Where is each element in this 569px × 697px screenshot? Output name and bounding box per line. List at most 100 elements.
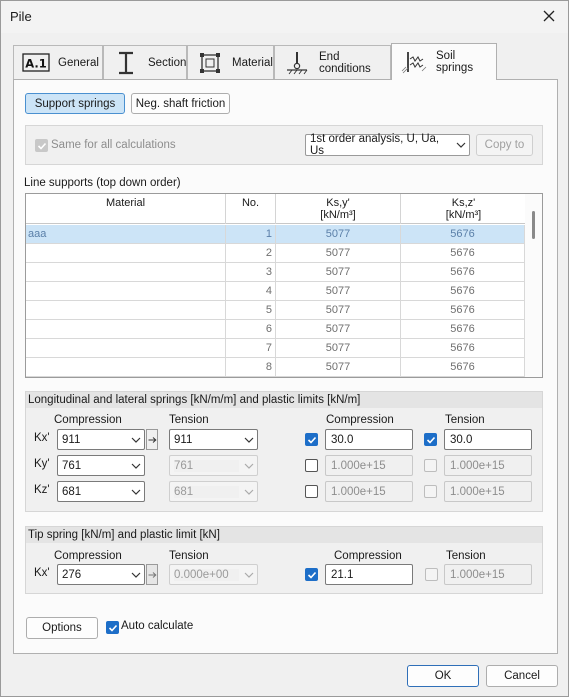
copy-to-button[interactable]: Copy to (476, 134, 533, 156)
limit-compression-checkbox[interactable] (305, 459, 318, 472)
scrollbar-thumb[interactable] (532, 211, 535, 239)
cancel-button[interactable]: Cancel (486, 665, 558, 687)
spring-row-label: Kx' (34, 432, 50, 444)
spring-compression-select[interactable]: 911 (57, 429, 145, 450)
springs-section-title: Longitudinal and lateral springs [kN/m/m… (26, 392, 542, 408)
chevron-down-icon (453, 135, 469, 155)
table-row[interactable]: 6 5077 5676 (26, 320, 526, 339)
tip-tension-select[interactable]: 0.000e+00 (169, 564, 258, 585)
col-header-ksz[interactable]: Ks,z' [kN/m³] (401, 194, 526, 224)
copy-arrow-button[interactable] (146, 564, 158, 585)
close-icon[interactable] (538, 5, 560, 27)
tip-col-tension: Tension (169, 550, 209, 562)
auto-calculate-label: Auto calculate (121, 620, 194, 632)
cell-ksz: 5676 (401, 225, 525, 244)
tab-section[interactable]: Section (103, 45, 187, 79)
table-row[interactable]: 5 5077 5676 (26, 301, 526, 320)
springs-col-limit-compression: Compression (326, 414, 394, 426)
support-springs-button[interactable]: Support springs (25, 93, 125, 114)
cell-ksy: 5077 (276, 339, 401, 358)
same-for-all-checkbox[interactable] (35, 139, 48, 152)
soil-springs-icon (400, 50, 428, 74)
col-header-ksy[interactable]: Ks,y' [kN/m³] (276, 194, 401, 224)
copy-arrow-button[interactable] (146, 429, 158, 450)
limit-tension-input[interactable]: 1.000e+15 (444, 455, 532, 476)
tab-end-conditions[interactable]: End conditions (274, 45, 391, 79)
line-supports-title: Line supports (top down order) (24, 177, 181, 189)
cell-no: 7 (226, 339, 276, 358)
cell-ksz: 5676 (401, 320, 525, 339)
window-title: Pile (10, 9, 32, 24)
table-row[interactable]: 8 5077 5676 (26, 358, 526, 377)
cell-ksy: 5077 (276, 358, 401, 377)
cell-no: 4 (226, 282, 276, 301)
cell-ksz: 5676 (401, 263, 525, 282)
cell-material (26, 320, 226, 339)
tip-limit-tension-input[interactable]: 1.000e+15 (444, 564, 532, 585)
spring-row-label: Kz' (34, 484, 50, 496)
cell-ksz: 5676 (401, 301, 525, 320)
spring-compression-select[interactable]: 681 (57, 481, 145, 502)
cell-ksz: 5676 (401, 358, 525, 377)
analysis-select[interactable]: 1st order analysis, U, Ua, Us (305, 133, 470, 157)
cell-material (26, 263, 226, 282)
limit-tension-checkbox[interactable] (424, 485, 437, 498)
calculation-settings-panel: Same for all calculations 1st order anal… (25, 125, 543, 165)
tab-label: Material (232, 56, 273, 69)
springs-col-limit-tension: Tension (445, 414, 485, 426)
tip-limit-tension-checkbox[interactable] (425, 568, 438, 581)
limit-compression-checkbox[interactable] (305, 485, 318, 498)
tab-soil-springs[interactable]: Soil springs (391, 43, 497, 80)
limit-tension-checkbox[interactable] (424, 433, 437, 446)
table-row[interactable]: 2 5077 5676 (26, 244, 526, 263)
table-row[interactable]: aaa 1 5077 5676 (26, 225, 526, 244)
auto-calculate-checkbox[interactable] (106, 621, 119, 634)
table-row[interactable]: 3 5077 5676 (26, 263, 526, 282)
limit-tension-input[interactable]: 30.0 (444, 429, 532, 450)
pile-dialog: Pile A.1 General Section Material End co… (0, 0, 569, 697)
neg-shaft-friction-button[interactable]: Neg. shaft friction (131, 93, 230, 114)
material-cube-icon (196, 51, 224, 75)
table-row[interactable]: 4 5077 5676 (26, 282, 526, 301)
spring-row-label: Ky' (34, 458, 50, 470)
cell-ksy: 5077 (276, 244, 401, 263)
vertical-scrollbar[interactable] (525, 194, 542, 377)
tip-limit-compression-input[interactable]: 21.1 (325, 564, 413, 585)
limit-tension-input[interactable]: 1.000e+15 (444, 481, 532, 502)
options-button[interactable]: Options (26, 617, 98, 639)
a1-icon: A.1 (22, 51, 50, 75)
i-beam-icon (112, 51, 140, 75)
chevron-down-icon (241, 565, 257, 584)
col-header-no[interactable]: No. (226, 194, 276, 224)
chevron-down-icon (128, 430, 144, 449)
limit-compression-input[interactable]: 1.000e+15 (325, 481, 413, 502)
limit-compression-input[interactable]: 1.000e+15 (325, 455, 413, 476)
spring-tension-select[interactable]: 761 (169, 455, 258, 476)
spring-tension-select[interactable]: 681 (169, 481, 258, 502)
chevron-down-icon (128, 565, 144, 584)
spring-compression-select[interactable]: 761 (57, 455, 145, 476)
tip-compression-select[interactable]: 276 (57, 564, 145, 585)
tab-label: General (58, 56, 99, 69)
cell-ksy: 5077 (276, 263, 401, 282)
tab-content-soil-springs: Support springs Neg. shaft friction Same… (13, 79, 558, 654)
limit-compression-checkbox[interactable] (305, 433, 318, 446)
tip-limit-compression-checkbox[interactable] (305, 568, 318, 581)
table-header: Material No. Ks,y' [kN/m³] Ks,z' [kN/m³] (26, 194, 526, 224)
ok-button[interactable]: OK (407, 665, 479, 687)
tab-label: End conditions (319, 50, 371, 75)
col-header-material[interactable]: Material (26, 194, 226, 224)
spring-tension-select[interactable]: 911 (169, 429, 258, 450)
tab-general[interactable]: A.1 General (13, 45, 103, 79)
cell-material: aaa (26, 225, 226, 244)
cell-material (26, 282, 226, 301)
cell-ksz: 5676 (401, 339, 525, 358)
table-row[interactable]: 7 5077 5676 (26, 339, 526, 358)
limit-compression-input[interactable]: 30.0 (325, 429, 413, 450)
cell-material (26, 244, 226, 263)
limit-tension-checkbox[interactable] (424, 459, 437, 472)
tip-kx-label: Kx' (34, 567, 50, 579)
tab-material[interactable]: Material (187, 45, 274, 79)
arrow-right-icon (148, 571, 157, 578)
cell-ksz: 5676 (401, 244, 525, 263)
